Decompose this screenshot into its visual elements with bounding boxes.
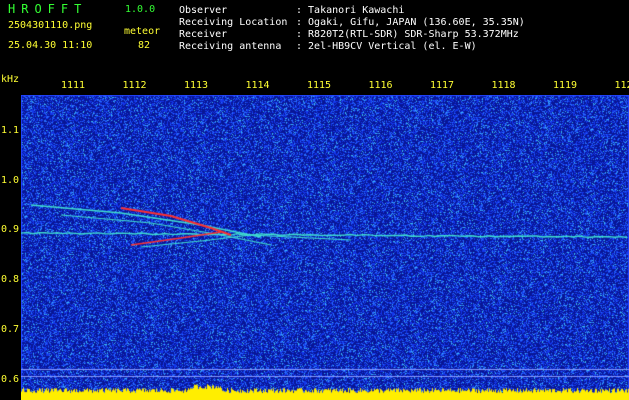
time-tick-label: 1117 bbox=[430, 80, 455, 91]
antenna-value: : 2el-HB9CV Vertical (el. E-W) bbox=[296, 41, 477, 52]
frequency-tick-label: 1.1 bbox=[1, 125, 20, 136]
time-tick-label: 1112 bbox=[122, 80, 147, 91]
observer-value: : Takanori Kawachi bbox=[296, 5, 405, 16]
location-value: : Ogaki, Gifu, JAPAN (136.60E, 35.35N) bbox=[296, 17, 525, 28]
receiver-value: : R820T2(RTL-SDR) SDR-Sharp 53.372MHz bbox=[296, 29, 519, 40]
receiver-key: Receiver bbox=[179, 29, 228, 40]
time-tick-label: 1119 bbox=[553, 80, 578, 91]
spectrogram-display bbox=[21, 95, 629, 400]
mode-label: meteor bbox=[124, 26, 161, 37]
frequency-tick-label: 1.0 bbox=[1, 175, 20, 186]
time-tick-label: 1115 bbox=[307, 80, 332, 91]
time-tick-label: 1120 bbox=[614, 80, 629, 91]
frequency-tick-label: 0.6 bbox=[1, 374, 20, 385]
frequency-tick-label: 0.7 bbox=[1, 324, 20, 335]
time-tick-label: 1116 bbox=[368, 80, 393, 91]
frequency-tick-label: 0.9 bbox=[1, 224, 20, 235]
time-tick-label: 1111 bbox=[61, 80, 86, 91]
app-version: 1.0.0 bbox=[125, 4, 156, 15]
antenna-key: Receiving antenna bbox=[179, 41, 282, 52]
filename-label: 2504301110.png bbox=[8, 20, 93, 31]
frequency-unit-label: kHz bbox=[1, 74, 20, 85]
datetime-label: 25.04.30 11:10 bbox=[8, 40, 93, 51]
time-tick-label: 1114 bbox=[245, 80, 270, 91]
time-tick-label: 1118 bbox=[491, 80, 516, 91]
observer-key: Observer bbox=[179, 5, 228, 16]
app-title: HROFFT bbox=[8, 2, 88, 16]
location-key: Receiving Location bbox=[179, 17, 288, 28]
count-label: 82 bbox=[138, 40, 151, 51]
frequency-tick-label: 0.8 bbox=[1, 274, 20, 285]
time-tick-label: 1113 bbox=[184, 80, 209, 91]
